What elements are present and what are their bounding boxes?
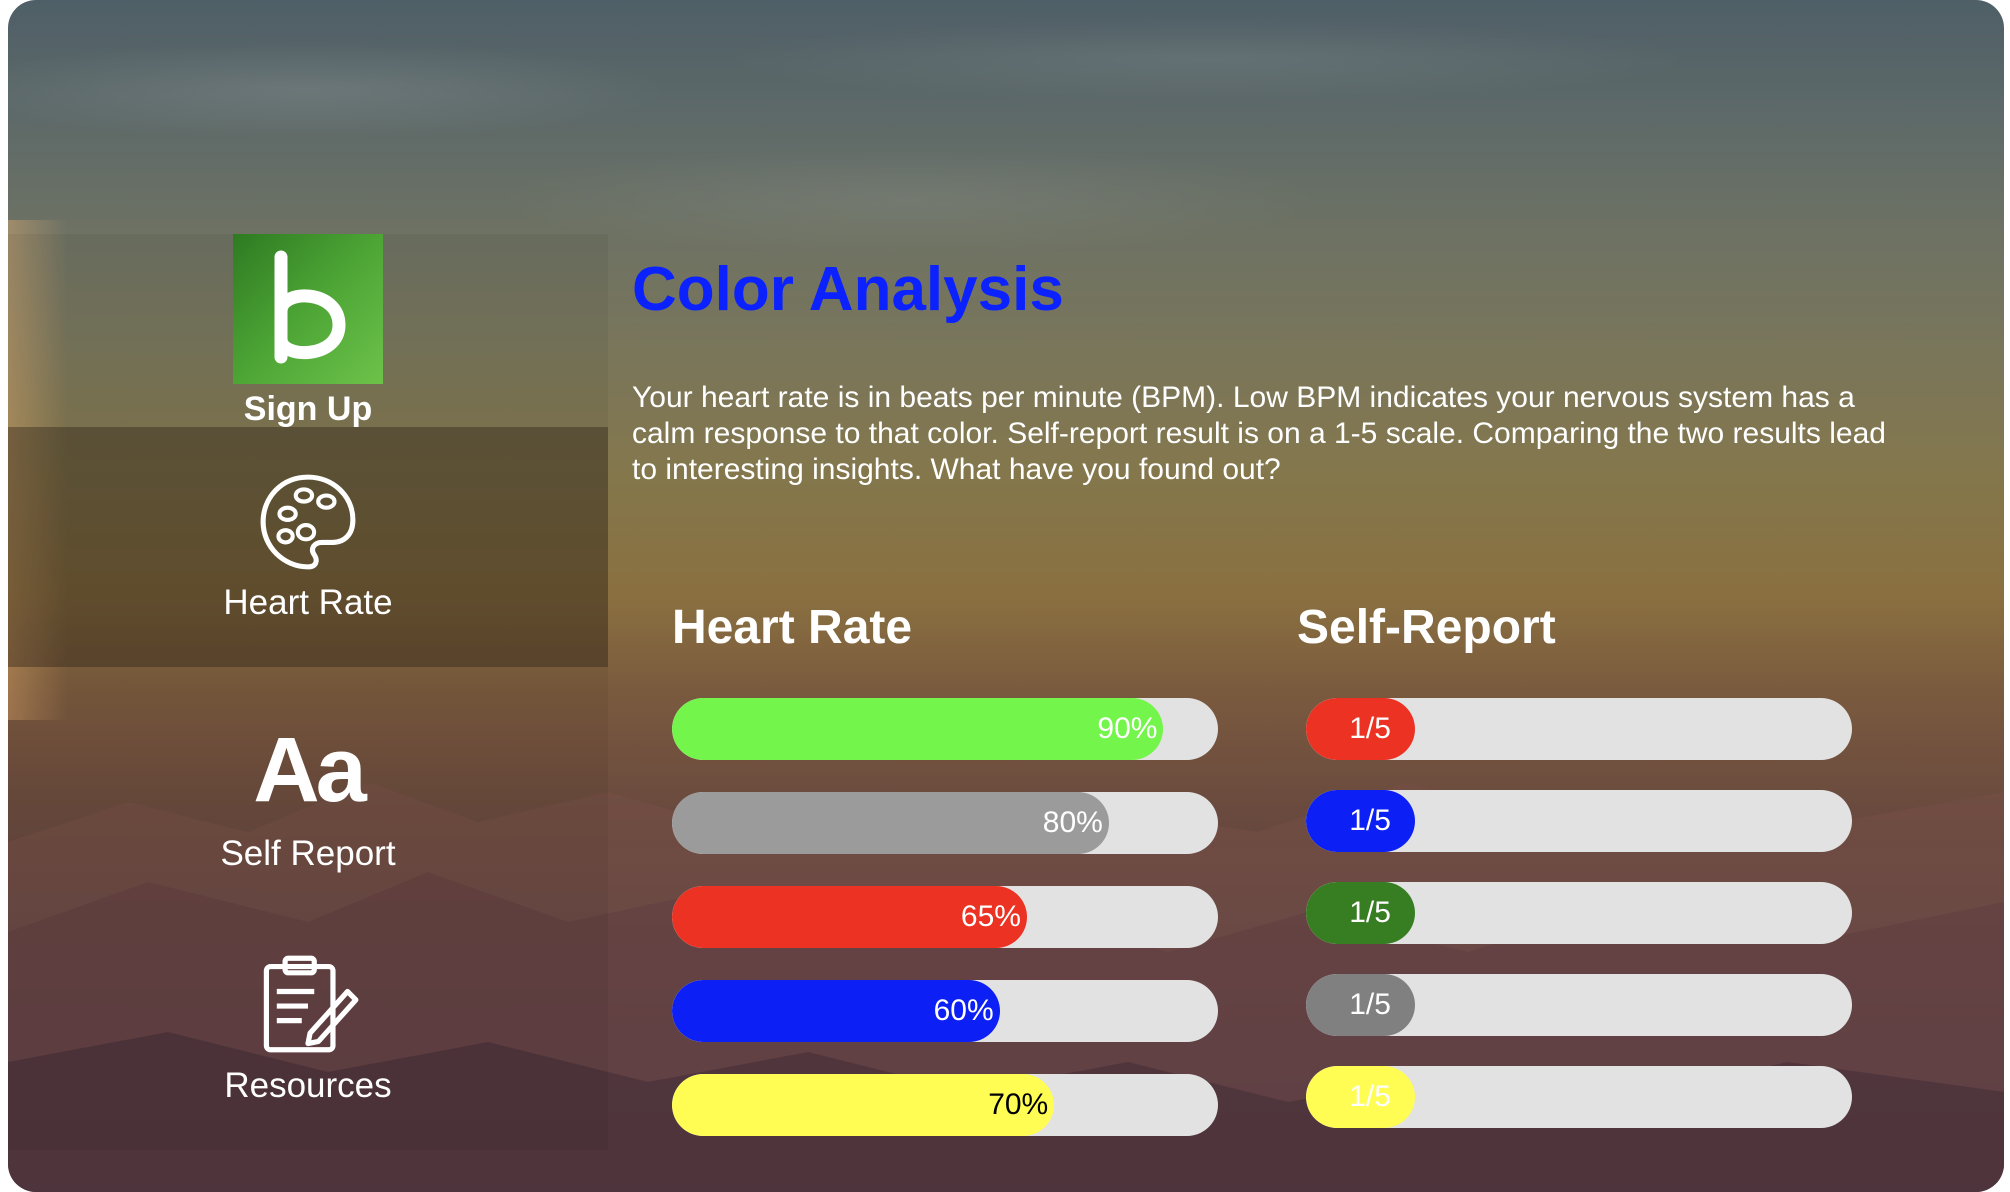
palette-icon — [260, 474, 356, 570]
heart-rate-bar: 80% — [672, 792, 1218, 854]
heart-rate-bar: 70% — [672, 1074, 1218, 1136]
heart-rate-bar: 65% — [672, 886, 1218, 948]
logo-b-icon — [274, 250, 346, 364]
heart-rate-bar-label: 90% — [1097, 712, 1158, 745]
heart-rate-bar: 90% — [672, 698, 1218, 760]
page-description: Your heart rate is in beats per minute (… — [632, 381, 1886, 486]
sidebar-item-label: Heart Rate — [223, 583, 393, 622]
self-report-bar-label: 1/5 — [1349, 896, 1391, 929]
heart-rate-bar: 60% — [672, 980, 1218, 1042]
sidebar-item-heart-rate[interactable]: Heart Rate — [8, 427, 608, 667]
self-report-title: Self-Report — [1297, 601, 1556, 654]
self-report-bar-label: 1/5 — [1349, 712, 1391, 745]
self-report-bar: 1/5 — [1306, 1066, 1852, 1128]
self-report-bar: 1/5 — [1306, 974, 1852, 1036]
heart-rate-bar-label: 60% — [933, 994, 994, 1027]
self-report-bar-label: 1/5 — [1349, 804, 1391, 837]
heart-rate-bar-label: 65% — [960, 900, 1021, 933]
main-content: Color Analysis Your heart rate is in bea… — [632, 0, 1992, 1192]
self-report-bar: 1/5 — [1306, 790, 1852, 852]
self-report-bar-label: 1/5 — [1349, 1080, 1391, 1113]
sidebar-item-label: Resources — [224, 1066, 392, 1105]
sidebar-item-label: Self Report — [220, 834, 396, 873]
sidebar-item-resources[interactable]: Resources — [8, 952, 608, 1106]
page-title: Color Analysis — [632, 255, 1064, 324]
app-window: Sign Up Heart Rate Aa Self Report Resour… — [8, 0, 2004, 1192]
self-report-bar-label: 1/5 — [1349, 988, 1391, 1021]
clipboard-icon — [263, 955, 359, 1053]
signup-nav[interactable]: Sign Up — [8, 234, 608, 429]
self-report-bar: 1/5 — [1306, 882, 1852, 944]
text-aa-icon: Aa — [253, 719, 367, 821]
heart-rate-title: Heart Rate — [672, 601, 913, 654]
heart-rate-bar-label: 80% — [1042, 806, 1103, 839]
heart-rate-bar-fill — [672, 698, 1164, 760]
signup-label: Sign Up — [243, 390, 373, 428]
logo — [233, 234, 383, 384]
sidebar-item-self-report[interactable]: Aa Self Report — [8, 724, 608, 874]
heart-rate-bar-label: 70% — [988, 1088, 1049, 1121]
sidebar: Sign Up Heart Rate Aa Self Report Resour… — [8, 234, 608, 1150]
self-report-bar: 1/5 — [1306, 698, 1852, 760]
